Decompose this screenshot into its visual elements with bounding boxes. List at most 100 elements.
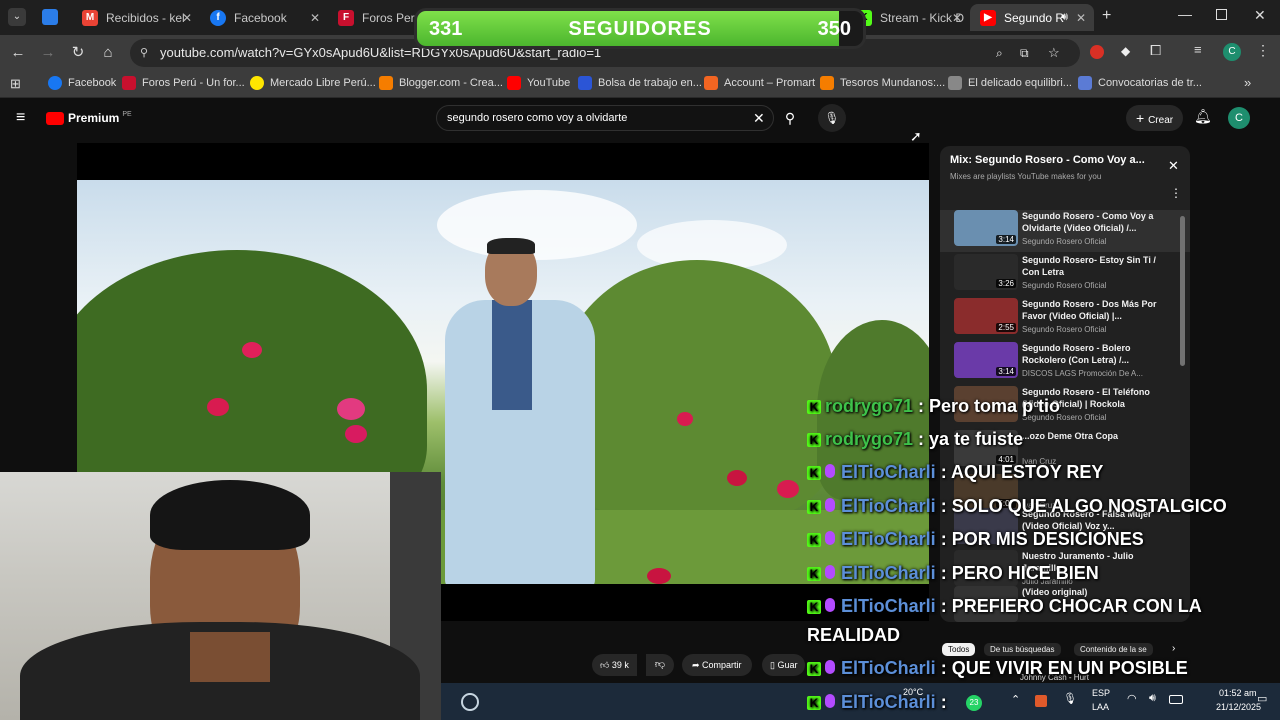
chat-username[interactable]: ElTioCharli — [841, 462, 936, 482]
kick-badge-icon: K — [807, 433, 821, 447]
new-tab-icon[interactable]: + — [1102, 7, 1111, 25]
bookmark-item[interactable]: Tesoros Mundanos:... — [820, 76, 945, 90]
audio-icon[interactable]: 🔊︎ — [1061, 11, 1068, 24]
bookmark-item[interactable]: Facebook — [48, 76, 116, 90]
video-thumbnail[interactable]: 3:14 — [954, 210, 1018, 246]
chat-username[interactable]: ElTioCharli — [841, 563, 936, 583]
rose — [345, 425, 367, 443]
clear-search-icon[interactable]: ✕ — [753, 106, 765, 130]
bookmark-star-icon[interactable]: ☆ — [1048, 39, 1060, 67]
cast-icon[interactable]: ⧉ — [1020, 39, 1029, 67]
video-thumbnail[interactable]: 2:55 — [954, 298, 1018, 334]
maximize-icon[interactable] — [1216, 9, 1227, 20]
bookmark-item[interactable]: Blogger.com - Crea... — [379, 76, 503, 90]
chat-text: : QUE VIVIR EN UN POSIBLE — [940, 658, 1188, 678]
home-icon[interactable]: ⌂ — [98, 43, 118, 63]
account-avatar[interactable]: C — [1228, 107, 1250, 129]
bookmark-item[interactable]: Mercado Libre Perú... — [250, 76, 376, 90]
menu-icon[interactable]: ⋮ — [1256, 42, 1270, 59]
minimize-icon[interactable]: — — [1178, 6, 1192, 22]
video-title[interactable]: Segundo Rosero - Dos Más Por Favor (Vide… — [1022, 298, 1172, 322]
chat-username[interactable]: ElTioCharli — [841, 496, 936, 516]
bookmark-item[interactable]: Account – Promart — [704, 76, 815, 90]
profile-avatar[interactable]: C — [1223, 43, 1241, 61]
region-label: PE — [122, 110, 132, 118]
bookmark-item[interactable]: YouTube — [507, 76, 570, 90]
tab-youtube[interactable]: ▶ Segundo R 🔊︎ ✕ — [970, 4, 1094, 31]
chat-username[interactable]: rodrygo71 — [825, 429, 913, 449]
foros-icon: F — [338, 9, 354, 26]
tab-search-icon[interactable]: ⌄ — [8, 8, 26, 26]
back-icon[interactable]: ← — [8, 43, 28, 63]
bolsa-icon — [578, 76, 592, 90]
bookmark-item[interactable]: Bolsa de trabajo en... — [578, 76, 702, 90]
video-thumbnail[interactable]: 3:26 — [954, 254, 1018, 290]
close-icon[interactable]: ✕ — [182, 11, 192, 25]
more-bookmarks-icon[interactable]: » — [1244, 75, 1251, 90]
playlist-menu-icon[interactable]: ⋮ — [1170, 186, 1182, 200]
channel-name[interactable]: Segundo Rosero Oficial — [1022, 281, 1107, 290]
playlist-title[interactable]: Mix: Segundo Rosero - Como Voy a... — [950, 154, 1145, 166]
playlist-item[interactable]: 3:14 Segundo Rosero - Bolero Rockolero (C… — [940, 342, 1190, 384]
tab-label: Recibidos - kel — [106, 10, 185, 25]
save-button[interactable]: ▯ Guar — [762, 654, 806, 676]
scrollbar[interactable] — [1180, 216, 1185, 366]
app-icon[interactable] — [42, 9, 58, 25]
tab-gmail[interactable]: M Recibidos - kel ✕ — [72, 4, 200, 31]
extension-red-icon[interactable] — [1090, 45, 1104, 59]
channel-name[interactable]: DISCOS LAGS Promoción De A... — [1022, 369, 1143, 378]
channel-name[interactable]: Segundo Rosero Oficial — [1022, 237, 1107, 246]
bookmark-item[interactable]: Foros Perú - Un for... — [122, 76, 245, 90]
video-title[interactable]: Segundo Rosero - Como Voy a Olvidarte (V… — [1022, 210, 1172, 234]
site-info-icon[interactable]: ⚲ — [140, 39, 148, 67]
bookmark-icon — [948, 76, 962, 90]
video-title[interactable]: Segundo Rosero - Bolero Rockolero (Con L… — [1022, 342, 1172, 366]
chat-username[interactable]: rodrygo71 — [825, 396, 913, 416]
forward-icon[interactable]: → — [38, 43, 58, 63]
chat-username[interactable]: ElTioCharli — [841, 692, 936, 712]
close-icon[interactable]: ✕ — [310, 11, 320, 25]
bookmark-icon — [1078, 76, 1092, 90]
chat-username[interactable]: ElTioCharli — [841, 529, 936, 549]
tab-foros[interactable]: F Foros Perú Cl — [328, 4, 418, 31]
rose — [242, 342, 262, 358]
search-icon[interactable]: ⚲ — [780, 105, 800, 131]
video-duration: 2:55 — [996, 323, 1016, 332]
notifications-bell-icon[interactable]: 🔔︎ — [1194, 108, 1212, 125]
hamburger-menu-icon[interactable]: ≡ — [16, 109, 25, 127]
steam-icon[interactable] — [461, 693, 479, 711]
extensions-icon[interactable]: ⧠ — [1150, 42, 1161, 59]
bookmark-item[interactable]: El delicado equilibri... — [948, 76, 1072, 90]
video-title[interactable]: Segundo Rosero- Estoy Sin Ti / Con Letra — [1022, 254, 1172, 278]
voice-search-icon[interactable]: 🎙︎ — [818, 104, 846, 132]
facebook-icon: f — [210, 9, 226, 26]
playlist-item[interactable]: 3:14 Segundo Rosero - Como Voy a Olvidart… — [940, 210, 1190, 252]
search-input[interactable]: segundo rosero como voy a olvidarte ✕ — [436, 105, 774, 131]
reading-list-icon[interactable]: ≡ — [1194, 42, 1202, 57]
chat-username[interactable]: ElTioCharli — [841, 658, 936, 678]
chat-text: REALIDAD — [807, 625, 900, 645]
chat-username[interactable]: ElTioCharli — [841, 596, 936, 616]
reload-icon[interactable]: ↻ — [68, 43, 88, 63]
close-icon[interactable]: ✕ — [952, 11, 962, 25]
share-button[interactable]: ➦ Compartir — [682, 654, 752, 676]
youtube-logo[interactable]: Premium PE — [46, 111, 132, 125]
close-playlist-icon[interactable]: ✕ — [1168, 158, 1179, 174]
bookmark-item[interactable]: Convocatorias de tr... — [1078, 76, 1202, 90]
apps-grid-icon[interactable]: ⊞ — [10, 76, 21, 92]
playlist-item[interactable]: 2:55 Segundo Rosero - Dos Más Por Favor (… — [940, 298, 1190, 340]
extension-diamond-icon[interactable]: ◆ — [1121, 44, 1130, 58]
close-icon[interactable]: ✕ — [1076, 11, 1086, 25]
like-button[interactable]: 👍︎ 39 k — [592, 654, 637, 676]
bookmark-label: Foros Perú - Un for... — [142, 77, 245, 89]
create-button[interactable]: + Crear — [1126, 105, 1184, 131]
share-label: Compartir — [702, 660, 742, 670]
tab-facebook[interactable]: f Facebook ✕ — [200, 4, 328, 31]
dislike-button[interactable]: 👎︎ — [646, 654, 674, 676]
zoom-icon[interactable]: ⌕ — [996, 39, 1003, 67]
window-close-icon[interactable]: ✕ — [1254, 7, 1266, 24]
video-thumbnail[interactable]: 3:14 — [954, 342, 1018, 378]
playlist-item[interactable]: 3:26 Segundo Rosero- Estoy Sin Ti / Con L… — [940, 254, 1190, 296]
channel-name[interactable]: Segundo Rosero Oficial — [1022, 325, 1107, 334]
mic-badge-icon — [825, 464, 835, 478]
